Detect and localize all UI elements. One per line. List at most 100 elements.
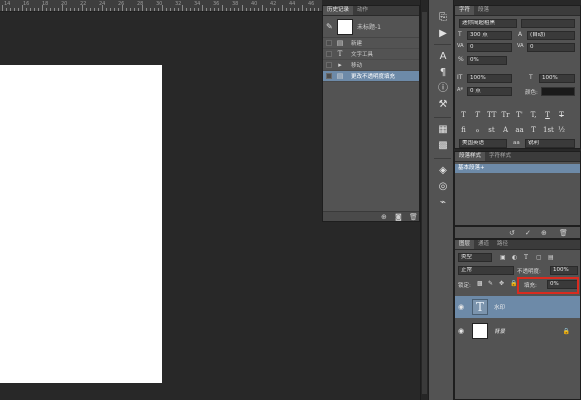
ruler-label: 20 — [61, 1, 68, 7]
fill-highlight-annotation — [517, 277, 579, 294]
paths-icon[interactable]: ⌁ — [437, 197, 449, 209]
scrollbar-thumb[interactable] — [422, 12, 427, 394]
history-item-change-fill-opacity[interactable]: ▤ 更改不透明度填充 — [323, 71, 419, 82]
horizontal-scale-field[interactable]: 100% — [539, 74, 575, 83]
layer-name[interactable]: 背景 — [494, 327, 505, 335]
ruler-label: 40 — [251, 1, 258, 7]
ruler-tick — [114, 8, 115, 11]
swash-button[interactable]: st — [487, 126, 496, 135]
new-style-icon[interactable]: ⊕ — [541, 229, 547, 237]
ruler-tick — [182, 5, 183, 11]
new-document-from-state-icon[interactable]: ⊕ — [381, 213, 387, 221]
tab-layers[interactable]: 图层 — [455, 240, 475, 249]
ordinals-button[interactable]: T — [529, 126, 538, 135]
leading-field[interactable]: (自动) — [527, 31, 575, 40]
eye-icon[interactable]: ◉ — [458, 303, 468, 311]
baseline-shift-field[interactable]: 0 点 — [467, 87, 512, 96]
faux-italic-button[interactable]: T — [473, 111, 482, 120]
blend-mode-select[interactable]: 正常 — [458, 266, 514, 275]
filter-smart-object-icon[interactable]: ▤ — [548, 254, 554, 261]
lock-position-icon[interactable]: ✥ — [499, 280, 504, 287]
faux-bold-button[interactable]: T — [459, 111, 468, 120]
tab-paragraph[interactable]: 段落 — [474, 6, 493, 15]
antialias-label: aa — [513, 140, 520, 146]
paragraph-panel-icon[interactable]: ¶ — [437, 67, 449, 79]
channels-icon[interactable]: ◎ — [437, 181, 449, 193]
history-panel-icon[interactable]: ⎘ — [437, 12, 449, 24]
ruler-tick — [186, 8, 187, 11]
info-icon[interactable]: ⓘ — [437, 83, 449, 95]
font-style-select[interactable] — [521, 19, 575, 28]
history-brush-icon[interactable]: ✎ — [326, 22, 334, 31]
ligatures-button[interactable]: fi — [459, 126, 468, 135]
trash-icon[interactable]: 🗑 — [559, 229, 568, 237]
layers-panel-icon[interactable]: ◈ — [437, 165, 449, 177]
tab-actions[interactable]: 动作 — [353, 6, 372, 15]
vertical-scale-field[interactable]: 100% — [467, 74, 512, 83]
kerning-field[interactable]: 0 — [467, 43, 512, 52]
document-canvas[interactable] — [0, 65, 162, 383]
tab-paths[interactable]: 路径 — [493, 240, 512, 249]
paragraph-style-item[interactable]: 基本段落+ — [455, 164, 580, 173]
filter-adjust-icon[interactable]: ◐ — [512, 254, 517, 261]
history-item-new[interactable]: ▤ 新建 — [323, 38, 419, 49]
clear-override-icon[interactable]: ↺ — [509, 229, 515, 237]
lock-transparent-icon[interactable]: ▩ — [477, 280, 483, 287]
ruler-tick — [166, 8, 167, 11]
layer-filter-select[interactable]: 类型 — [458, 253, 492, 262]
discretionary-ligatures-button[interactable]: ℴ — [473, 126, 482, 135]
ruler-tick — [78, 8, 79, 11]
ruler-tick — [70, 8, 71, 11]
ruler-tick — [270, 8, 271, 11]
text-color-swatch[interactable] — [541, 87, 575, 96]
filter-shape-icon[interactable]: ▢ — [536, 254, 542, 261]
history-item-text-tool[interactable]: T 文字工具 — [323, 49, 419, 60]
fractions-button[interactable]: 1st — [543, 126, 554, 135]
underline-button[interactable]: T — [543, 111, 552, 120]
antialias-select[interactable]: 锐利 — [525, 139, 575, 148]
tab-channels[interactable]: 通道 — [474, 240, 493, 249]
small-caps-button[interactable]: Tr — [501, 111, 510, 120]
font-family-select[interactable]: 迷你简超粗黑 — [459, 19, 517, 28]
layer-row-watermark[interactable]: ◉ T 水印 — [455, 296, 580, 318]
filter-text-icon[interactable]: T — [524, 254, 528, 261]
layer-row-background[interactable]: ◉ 背景 🔒 — [455, 320, 580, 342]
language-select[interactable]: 美国英语 — [459, 139, 507, 148]
history-item-move[interactable]: ▸ 移动 — [323, 60, 419, 71]
tsume-field[interactable]: 0% — [467, 56, 507, 65]
eye-icon[interactable]: ◉ — [458, 327, 468, 335]
all-caps-button[interactable]: TT — [487, 111, 496, 120]
history-source-checkbox[interactable] — [326, 40, 332, 46]
history-source-checkbox[interactable] — [326, 62, 332, 68]
font-size-field[interactable]: 300 点 — [467, 31, 512, 40]
tab-character[interactable]: 字符 — [455, 6, 475, 15]
old-style-button[interactable]: ½ — [557, 126, 566, 135]
lock-brush-icon[interactable]: ✎ — [488, 280, 493, 287]
trash-icon[interactable]: 🗑 — [409, 213, 418, 221]
subscript-button[interactable]: T, — [529, 111, 538, 120]
tab-paragraph-styles[interactable]: 段落样式 — [455, 152, 486, 161]
history-source-checkbox[interactable] — [326, 73, 332, 79]
tab-history[interactable]: 历史记录 — [323, 6, 354, 15]
commit-icon[interactable]: ✓ — [525, 229, 531, 237]
titling-alternates-button[interactable]: aa — [515, 126, 524, 135]
vertical-scrollbar[interactable] — [420, 0, 428, 400]
history-source-checkbox[interactable] — [326, 51, 332, 57]
character-panel-icon[interactable]: A — [437, 51, 449, 63]
tab-character-styles[interactable]: 字符样式 — [485, 152, 515, 161]
ruler-tick — [190, 8, 191, 11]
superscript-button[interactable]: T' — [515, 111, 524, 120]
paragraph-styles-icon[interactable]: ▦ — [437, 124, 449, 136]
filter-pixel-icon[interactable]: ▣ — [500, 254, 506, 261]
camera-icon[interactable]: ◙ — [395, 213, 402, 221]
character-styles-icon[interactable]: ▩ — [437, 140, 449, 152]
strikethrough-button[interactable]: T — [557, 111, 566, 120]
tool-presets-icon[interactable]: ⚒ — [437, 99, 449, 111]
stylistic-alternates-button[interactable]: A — [501, 126, 510, 135]
layer-name[interactable]: 水印 — [494, 303, 505, 311]
actions-play-icon[interactable]: ▶ — [437, 28, 449, 40]
history-panel-tabs: 历史记录 动作 — [323, 6, 419, 16]
opacity-field[interactable]: 100% — [550, 266, 578, 275]
tracking-field[interactable]: 0 — [527, 43, 575, 52]
history-snapshot[interactable]: ✎ 未标题-1 — [323, 16, 419, 38]
